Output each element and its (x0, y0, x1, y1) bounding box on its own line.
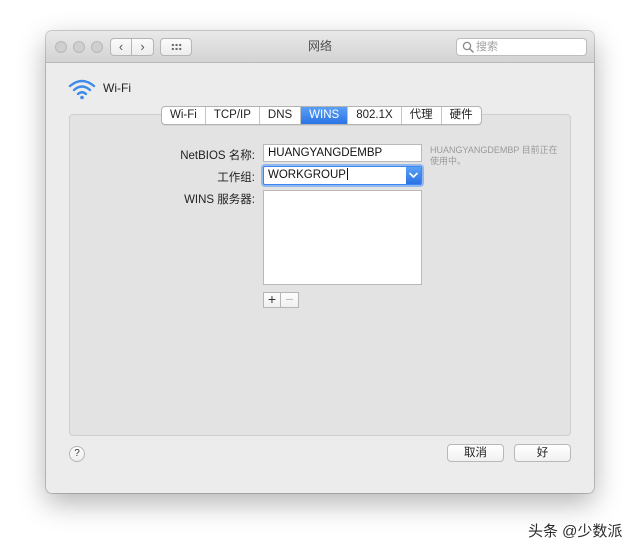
search-field[interactable] (456, 38, 587, 56)
tab-8021x[interactable]: 802.1X (348, 107, 402, 124)
text-caret (346, 168, 348, 180)
search-input[interactable] (476, 39, 582, 55)
wins-servers-list[interactable] (263, 190, 422, 285)
netbios-name-label: NetBIOS 名称: (180, 150, 255, 162)
chevron-down-icon (409, 172, 418, 178)
watermark-text: 头条 @少数派 (528, 523, 623, 540)
ok-button[interactable]: 好 (514, 444, 571, 462)
cancel-button[interactable]: 取消 (447, 444, 504, 462)
network-preferences-window: ‹ › 网络 Wi-Fi Wi-Fi TCP/IP DNS WINS 802.1… (46, 31, 594, 493)
wifi-icon (68, 79, 96, 100)
tab-dns[interactable]: DNS (260, 107, 302, 124)
netbios-status-hint: HUANGYANGDEMBP 目前正在使用中。 (430, 145, 558, 166)
netbios-name-field[interactable] (263, 144, 422, 162)
help-button[interactable]: ? (69, 446, 85, 462)
search-icon (462, 41, 474, 53)
workgroup-dropdown-button[interactable] (406, 167, 421, 184)
tab-proxy[interactable]: 代理 (402, 107, 442, 124)
tab-tcpip[interactable]: TCP/IP (206, 107, 260, 124)
workgroup-label: 工作组: (217, 172, 255, 184)
tab-wins[interactable]: WINS (301, 107, 349, 124)
tab-wifi[interactable]: Wi-Fi (162, 107, 206, 124)
workgroup-value: WORKGROUP (268, 168, 348, 181)
title-bar: ‹ › 网络 (46, 31, 594, 63)
add-server-button[interactable]: + (263, 292, 281, 308)
tab-hardware[interactable]: 硬件 (442, 107, 481, 124)
workgroup-combo-box[interactable]: WORKGROUP (263, 166, 422, 185)
tab-bar: Wi-Fi TCP/IP DNS WINS 802.1X 代理 硬件 (161, 106, 482, 125)
wins-servers-label: WINS 服务器: (184, 194, 255, 206)
remove-server-button[interactable]: − (281, 292, 299, 308)
interface-name: Wi-Fi (103, 81, 131, 95)
